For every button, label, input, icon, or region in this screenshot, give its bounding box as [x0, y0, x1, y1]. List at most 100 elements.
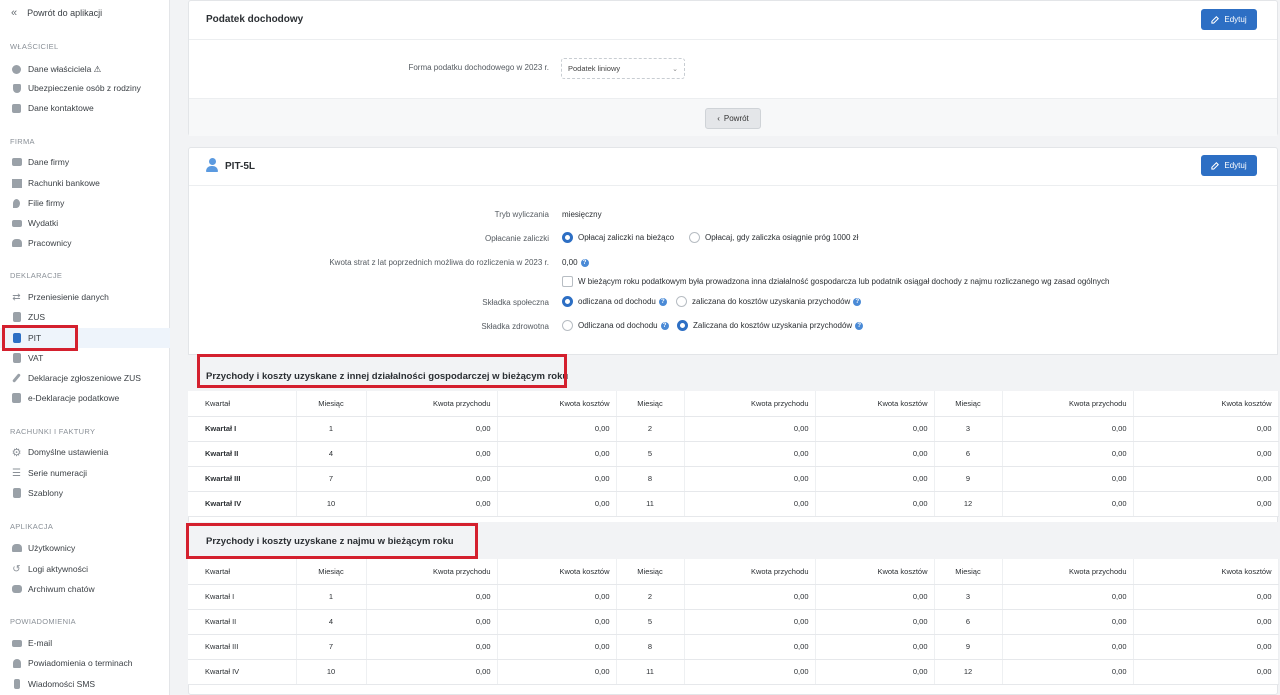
radio-unchecked[interactable] — [689, 232, 700, 243]
table-cell: 6 — [934, 441, 1003, 467]
table-cell: 0,00 — [1133, 416, 1279, 442]
sidebar-item-templates[interactable]: Szablony — [11, 486, 63, 500]
loss-value-wrap: 0,00? — [562, 258, 589, 267]
sidebar-item-expenses[interactable]: Wydatki — [11, 216, 58, 230]
sidebar-item-email[interactable]: E-mail — [11, 636, 52, 650]
help-icon[interactable]: ? — [853, 297, 862, 306]
other-business-checkbox-row[interactable]: W bieżącym roku podatkowym była prowadzo… — [562, 276, 1109, 287]
help-icon[interactable]: ? — [855, 321, 864, 330]
table-cell: Kwartał IV — [188, 659, 297, 685]
advance-option-threshold-label: Opłacaj, gdy zaliczka osiągnie próg 1000… — [705, 233, 859, 242]
sidebar-item-family-insurance[interactable]: Ubezpieczenie osób z rodziny — [11, 81, 141, 95]
table-cell: 0,00 — [366, 466, 498, 492]
sidebar-item-label: Filie firmy — [28, 198, 65, 208]
table-cell: 0,00 — [497, 441, 617, 467]
sidebar-item-company-data[interactable]: Dane firmy — [11, 155, 69, 169]
sidebar-item-deadline-notifications[interactable]: Powiadomienia o terminach — [11, 656, 132, 670]
sidebar-item-numbering-series[interactable]: ☰ Serie numeracji — [11, 466, 87, 480]
radio-checked[interactable] — [677, 320, 688, 331]
table-cell: 7 — [296, 466, 367, 492]
column-header: Kwota przychodu — [684, 559, 816, 585]
radio-checked[interactable] — [562, 296, 573, 307]
table-cell: 1 — [296, 416, 367, 442]
tax-form-select[interactable]: Podatek liniowy ⌄ — [561, 58, 685, 79]
sidebar-item-label: Dane firmy — [28, 157, 70, 167]
table-cell: 0,00 — [684, 634, 816, 660]
table-cell: 12 — [934, 491, 1003, 517]
table-cell: 12 — [934, 659, 1003, 685]
back-to-app-link[interactable]: « Powrót do aplikacji — [11, 7, 102, 19]
table-cell: 0,00 — [497, 609, 617, 635]
section-owner-title: WŁAŚCICIEL — [10, 42, 59, 51]
column-header: Miesiąc — [616, 559, 685, 585]
help-icon[interactable]: ? — [660, 321, 669, 330]
table-row: Kwartał IV 10 0,00 0,00 11 0,00 0,00 12 0,00 0,00 — [188, 659, 1279, 685]
sidebar-item-zus[interactable]: ZUS — [11, 310, 45, 324]
radio-checked[interactable] — [562, 232, 573, 243]
sidebar: « Powrót do aplikacji WŁAŚCICIEL Dane wł… — [0, 0, 170, 695]
sidebar-item-default-settings[interactable]: ⚙ Domyślne ustawienia — [11, 445, 109, 459]
table-cell: 8 — [616, 466, 685, 492]
history-icon: ↺ — [12, 563, 21, 575]
health-option-costs[interactable]: Zaliczana do kosztów uzyskania przychodó… — [677, 320, 864, 331]
column-header: Miesiąc — [616, 391, 685, 417]
sidebar-item-branches[interactable]: Filie firmy — [11, 196, 64, 210]
rental-table: Kwartał Miesiąc Kwota przychodu Kwota ko… — [188, 559, 1279, 685]
sidebar-item-contact-data[interactable]: Dane kontaktowe — [11, 101, 94, 115]
advance-option-threshold[interactable]: Opłacaj, gdy zaliczka osiągnie próg 1000… — [689, 232, 858, 243]
column-header: Kwartał — [188, 391, 297, 417]
edit-button-label: Edytuj — [1224, 15, 1247, 24]
sidebar-item-bank-accounts[interactable]: Rachunki bankowe — [11, 176, 100, 190]
table-cell: 0,00 — [1002, 491, 1134, 517]
table-cell: 0,00 — [366, 634, 498, 660]
table-cell: 0,00 — [1002, 659, 1134, 685]
health-option-deducted[interactable]: Odliczana od dochodu? — [562, 320, 669, 331]
radio-unchecked[interactable] — [676, 296, 687, 307]
sidebar-item-zus-registration[interactable]: Deklaracje zgłoszeniowe ZUS — [11, 371, 141, 385]
table-cell: 9 — [934, 634, 1003, 660]
column-header: Kwota przychodu — [366, 559, 498, 585]
table-cell: 0,00 — [1133, 609, 1279, 635]
social-option-deducted[interactable]: odliczana od dochodu? — [562, 296, 667, 307]
column-header: Kwota przychodu — [366, 391, 498, 417]
sidebar-item-owner-data[interactable]: Dane właściciela ⚠ — [11, 62, 101, 76]
sidebar-item-vat[interactable]: VAT — [11, 351, 43, 365]
back-button[interactable]: ‹ Powrót — [705, 108, 761, 129]
sidebar-item-activity-logs[interactable]: ↺ Logi aktywności — [11, 562, 88, 576]
table-cell: 0,00 — [366, 416, 498, 442]
social-option-costs[interactable]: zaliczana do kosztów uzyskania przychodó… — [676, 296, 862, 307]
edit-income-tax-button[interactable]: Edytuj — [1201, 9, 1257, 30]
table-cell: 0,00 — [684, 491, 816, 517]
sidebar-item-sms[interactable]: Wiadomości SMS — [11, 677, 95, 691]
sidebar-item-label: Domyślne ustawienia — [28, 447, 109, 457]
section-declarations-title: DEKLARACJE — [10, 271, 63, 280]
sidebar-item-chat-archive[interactable]: Archiwum chatów — [11, 582, 95, 596]
sidebar-item-users[interactable]: Użytkownicy — [11, 541, 75, 555]
radio-unchecked[interactable] — [562, 320, 573, 331]
map-pin-icon — [11, 198, 22, 209]
advance-label: Opłacanie zaliczki — [484, 234, 549, 243]
health-option-deducted-label: Odliczana od dochodu — [578, 321, 658, 330]
advance-option-current[interactable]: Opłacaj zaliczki na bieżąco — [562, 232, 674, 243]
users-icon — [11, 543, 22, 554]
table-cell: 3 — [934, 416, 1003, 442]
table-cell: 0,00 — [1133, 584, 1279, 610]
table-cell: 0,00 — [366, 584, 498, 610]
help-icon[interactable]: ? — [580, 258, 589, 267]
help-icon[interactable]: ? — [658, 297, 667, 306]
edit-pit-button[interactable]: Edytuj — [1201, 155, 1257, 176]
documents-icon — [11, 393, 22, 404]
sidebar-item-data-transfer[interactable]: ⇄ Przeniesienie danych — [11, 290, 109, 304]
sidebar-item-employees[interactable]: Pracownicy — [11, 236, 71, 250]
sidebar-item-e-declarations[interactable]: e-Deklaracje podatkowe — [11, 391, 119, 405]
store-icon — [11, 157, 22, 168]
checkbox[interactable] — [562, 276, 573, 287]
table-cell: Kwartał IV — [188, 491, 297, 517]
table-header-row: Kwartał Miesiąc Kwota przychodu Kwota ko… — [188, 391, 1279, 417]
tax-form-value: Podatek liniowy — [568, 64, 621, 73]
table-cell: 4 — [296, 609, 367, 635]
divider — [189, 185, 1277, 186]
mode-value: miesięczny — [562, 210, 602, 219]
sidebar-item-label: Dane kontaktowe — [28, 103, 94, 113]
table-cell: Kwartał III — [188, 634, 297, 660]
